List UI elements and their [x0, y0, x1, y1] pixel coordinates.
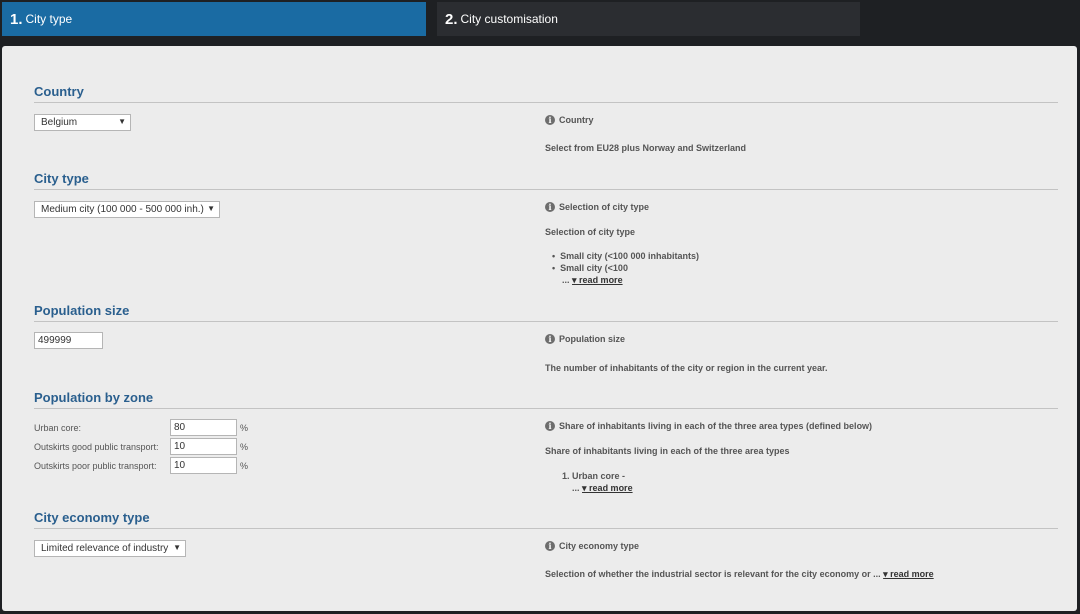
- city-type-bullet: • Small city (<100: [552, 263, 628, 273]
- city-type-read-more-line: ... ▾ read more: [562, 275, 623, 286]
- city-type-info-title: Selection of city type: [559, 202, 650, 212]
- economy-type-select[interactable]: Limited relevance of industry ▼: [34, 540, 186, 557]
- percent-unit: %: [240, 442, 249, 452]
- read-more-link[interactable]: ▾ read more: [572, 275, 623, 285]
- urban-core-label: Urban core:: [34, 423, 82, 433]
- population-zone-info-header: i Share of inhabitants living in each of…: [545, 421, 872, 431]
- bullet-text: Small city (<100 000 inhabitants): [560, 251, 699, 261]
- city-type-info-header: i Selection of city type: [545, 202, 649, 212]
- economy-type-info-text: Selection of whether the industrial sect…: [545, 569, 934, 580]
- read-more-link[interactable]: ▾ read more: [883, 569, 934, 579]
- ellipsis: ...: [562, 275, 570, 285]
- chevron-down-icon: ▼: [207, 204, 215, 213]
- country-info-title: Country: [559, 115, 594, 125]
- economy-type-section-title: City economy type: [34, 510, 1058, 529]
- tab-city-customisation[interactable]: 2. City customisation: [437, 2, 860, 36]
- tab-label: City type: [25, 12, 73, 26]
- outskirts-poor-input[interactable]: 10: [170, 457, 237, 474]
- form-panel: Country Belgium ▼ i Country Select from …: [2, 46, 1077, 611]
- info-icon: i: [545, 202, 555, 212]
- info-icon: i: [545, 334, 555, 344]
- population-size-info-title: Population size: [559, 334, 626, 344]
- economy-type-select-value: Limited relevance of industry: [41, 543, 169, 554]
- population-zone-list-item: 1. Urban core -: [562, 471, 626, 481]
- info-icon: i: [545, 421, 555, 431]
- population-size-info-text: The number of inhabitants of the city or…: [545, 363, 828, 373]
- city-type-select-value: Medium city (100 000 - 500 000 inh.): [41, 204, 204, 215]
- country-section-title: Country: [34, 84, 1058, 103]
- percent-unit: %: [240, 423, 249, 433]
- tab-city-type[interactable]: 1. City type: [2, 2, 426, 36]
- urban-core-input[interactable]: 80: [170, 419, 237, 436]
- population-size-input[interactable]: 499999: [34, 332, 103, 349]
- population-zone-info-title: Share of inhabitants living in each of t…: [559, 421, 873, 431]
- city-type-section-title: City type: [34, 171, 1058, 190]
- country-info-text: Select from EU28 plus Norway and Switzer…: [545, 143, 747, 153]
- economy-type-info-body: Selection of whether the industrial sect…: [545, 569, 881, 579]
- country-info-header: i Country: [545, 115, 594, 125]
- percent-unit: %: [240, 461, 249, 471]
- city-type-select[interactable]: Medium city (100 000 - 500 000 inh.) ▼: [34, 201, 220, 218]
- population-size-info-header: i Population size: [545, 334, 625, 344]
- city-type-info-heading: Selection of city type: [545, 227, 636, 237]
- step-tabbar: 1. City type 2. City customisation: [0, 0, 1080, 46]
- outskirts-good-label: Outskirts good public transport:: [34, 442, 159, 452]
- economy-type-info-header: i City economy type: [545, 541, 639, 551]
- population-zone-info-heading: Share of inhabitants living in each of t…: [545, 446, 790, 456]
- city-type-bullet: • Small city (<100 000 inhabitants): [552, 251, 699, 261]
- tab-label: City customisation: [460, 12, 558, 26]
- bullet-text: Small city (<100: [560, 263, 628, 273]
- ellipsis: ...: [572, 483, 580, 493]
- info-icon: i: [545, 541, 555, 551]
- tab-number: 2.: [445, 10, 458, 28]
- population-size-section-title: Population size: [34, 303, 1058, 322]
- chevron-down-icon: ▼: [118, 117, 126, 126]
- economy-type-info-title: City economy type: [559, 541, 640, 551]
- population-zone-section-title: Population by zone: [34, 390, 1058, 409]
- info-icon: i: [545, 115, 555, 125]
- outskirts-poor-label: Outskirts poor public transport:: [34, 461, 157, 471]
- country-select[interactable]: Belgium ▼: [34, 114, 131, 131]
- tab-number: 1.: [10, 10, 23, 28]
- chevron-down-icon: ▼: [173, 543, 181, 552]
- read-more-link[interactable]: ▾ read more: [582, 483, 633, 493]
- outskirts-good-input[interactable]: 10: [170, 438, 237, 455]
- country-select-value: Belgium: [41, 117, 78, 128]
- population-zone-read-more-line: ... ▾ read more: [572, 483, 633, 494]
